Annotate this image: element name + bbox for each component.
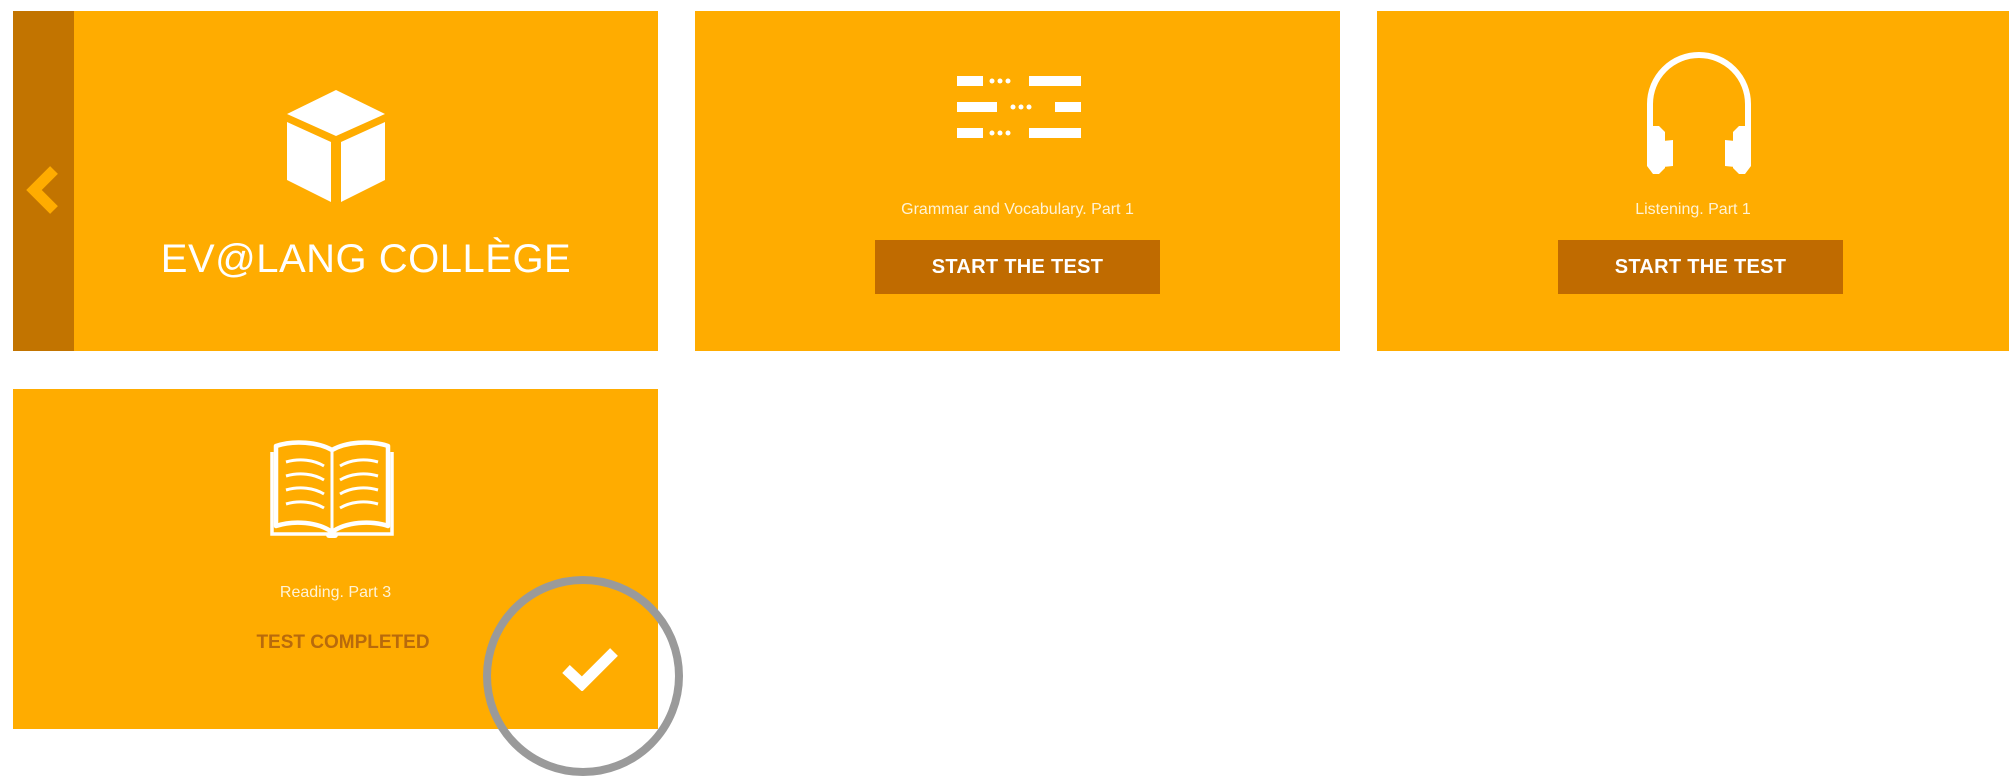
checkmark-icon	[562, 648, 618, 691]
back-button[interactable]	[13, 11, 74, 351]
start-test-button[interactable]: START THE TEST	[875, 240, 1160, 294]
brand-tile: EV@LANG COLLÈGE	[13, 11, 658, 351]
test-caption: Listening. Part 1	[1635, 201, 1751, 218]
list-lines-icon	[957, 76, 1081, 138]
test-tile-grammar: Grammar and Vocabulary. Part 1 START THE…	[695, 11, 1340, 351]
test-caption: Grammar and Vocabulary. Part 1	[901, 201, 1134, 218]
cube-icon	[287, 90, 385, 202]
test-completed-label: TEST COMPLETED	[256, 632, 430, 653]
chevron-left-icon	[26, 166, 58, 214]
start-test-button[interactable]: START THE TEST	[1558, 240, 1843, 294]
app-title: EV@LANG COLLÈGE	[160, 237, 572, 281]
headphones-icon	[1647, 52, 1751, 174]
open-book-icon	[270, 440, 394, 538]
test-tile-listening: Listening. Part 1 START THE TEST	[1377, 11, 2009, 351]
